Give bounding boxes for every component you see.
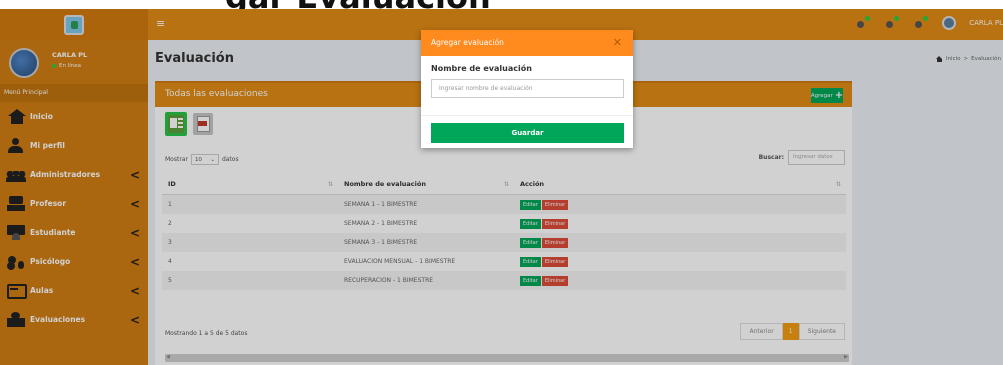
evaluation-name-input[interactable]: Ingresar nombre de evaluación [431, 79, 624, 98]
add-evaluation-modal: Agregar evaluación ✕ Nombre de evaluació… [421, 30, 633, 148]
partial-title: gar Evaluación [225, 0, 491, 9]
modal-title: Agregar evaluación [431, 38, 504, 47]
evaluation-name-label: Nombre de evaluación [431, 64, 532, 73]
modal-header: Agregar evaluación ✕ [421, 30, 633, 56]
top-strip: gar Evaluación [0, 0, 1003, 9]
save-button[interactable]: Guardar [431, 123, 624, 143]
divider [421, 115, 633, 116]
close-icon[interactable]: ✕ [613, 36, 622, 49]
